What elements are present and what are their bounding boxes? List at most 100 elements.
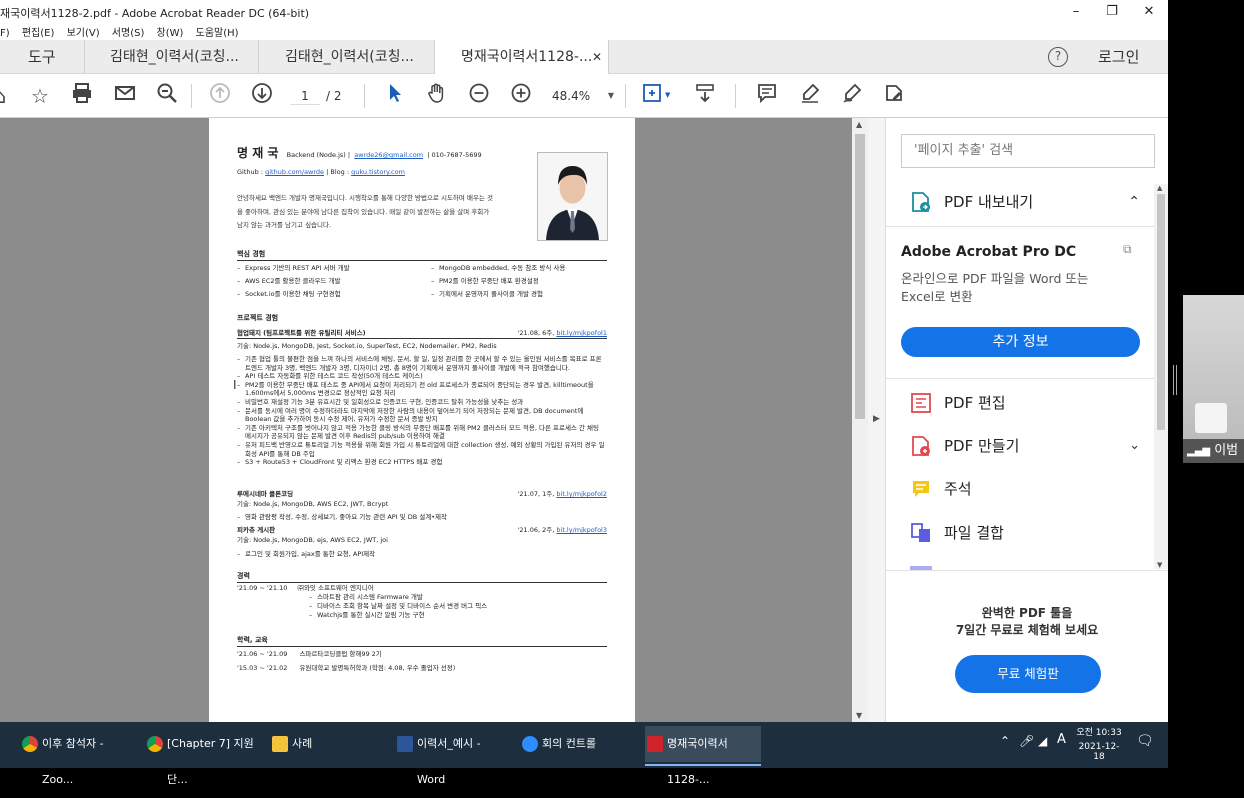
- tab-document-3[interactable]: 명재국이력서1128-... ✕: [435, 40, 609, 75]
- highlight-pen-icon[interactable]: [796, 82, 824, 110]
- next-page-icon[interactable]: [248, 82, 276, 110]
- project2-link[interactable]: bit.ly/mjkpofol2: [556, 490, 607, 498]
- career-list: 스마트팜 관리 시스템 Farmware 개발 디바이스 조회 항목 날짜 설정…: [309, 593, 607, 620]
- menu-edit[interactable]: 편집(E): [22, 28, 55, 39]
- menu-file[interactable]: F): [0, 28, 10, 39]
- github-link[interactable]: github.com/awrde: [265, 168, 324, 176]
- task-chapter-chrome[interactable]: [Chapter 7] 지원단...: [145, 726, 261, 786]
- tray-chevron-icon[interactable]: ⌃: [1000, 734, 1010, 748]
- project3-list: 로그인 및 회원가입, ajax를 통한 요청, API제작: [237, 550, 607, 559]
- clock[interactable]: 오전 10:33 2021-12-18: [1076, 725, 1122, 762]
- fit-page-icon[interactable]: [638, 82, 666, 110]
- menu-bar: F) 편집(E) 보기(V) 서명(S) 창(W) 도움말(H): [0, 24, 1168, 40]
- select-cursor-icon[interactable]: [381, 82, 409, 110]
- page-number-input[interactable]: 1: [290, 87, 320, 105]
- pane-scroll-up-icon[interactable]: ▲: [1157, 184, 1162, 192]
- tab-tools[interactable]: 도구: [0, 40, 85, 74]
- tab-document-2[interactable]: 김태현_이력서(코칭...: [259, 40, 435, 74]
- microphone-icon[interactable]: 🎤︎: [1019, 734, 1034, 748]
- resume-intro: 안녕하세요 백엔드 개발자 명재국입니다. 시행착오를 통해 다양한 방법으로 …: [237, 194, 493, 229]
- email-icon[interactable]: [111, 82, 139, 110]
- toolbar-separator: [364, 84, 365, 108]
- task-zoom-chrome[interactable]: 이후 참석자 - Zoo...: [20, 726, 136, 786]
- task-folder[interactable]: 사례: [270, 726, 386, 762]
- zoom-out-icon[interactable]: [465, 82, 493, 110]
- search-icon[interactable]: [153, 82, 181, 110]
- combine-files-icon: [911, 523, 930, 542]
- menu-view[interactable]: 보기(V): [67, 28, 100, 39]
- project1-link[interactable]: bit.ly/mjkpofol1: [556, 329, 607, 337]
- career-item: 디바이스 조회 항목 날짜 설정 및 디바이스 순서 변경 버그 픽스: [309, 602, 607, 611]
- tab-document-1[interactable]: 김태현_이력서(코칭...: [85, 40, 259, 74]
- copy-icon[interactable]: ⧉: [1123, 242, 1132, 257]
- menu-sign[interactable]: 서명(S): [112, 28, 145, 39]
- scroll-mode-icon[interactable]: [691, 82, 719, 110]
- login-button[interactable]: 로그인: [1098, 40, 1139, 74]
- combine-files-item[interactable]: 파일 결합: [910, 519, 1004, 547]
- video-resize-handle[interactable]: [1173, 365, 1177, 395]
- tools-pane-scroll-thumb[interactable]: [1157, 194, 1165, 430]
- project1-item: 기존 아키텍처 구조를 벗어나지 않고 적용 가능한 클링 방식의 무중단 배포…: [237, 424, 607, 441]
- tools-search-input[interactable]: '페이지 추출' 검색: [901, 134, 1155, 168]
- zoom-select[interactable]: 48.4% ▼: [552, 87, 614, 105]
- notification-icon[interactable]: 🗨︎: [1136, 733, 1154, 749]
- minimize-button[interactable]: –: [1061, 2, 1091, 22]
- scroll-up-icon[interactable]: ▲: [856, 120, 862, 129]
- hand-tool-icon[interactable]: [423, 82, 451, 110]
- blog-link[interactable]: guku.tistory.com: [351, 168, 405, 176]
- task-label: [Chapter 7] 지원단...: [167, 737, 254, 786]
- task-acrobat[interactable]: 명재국이력서1128-...: [645, 726, 761, 786]
- core-left-item: Socket.io를 이용한 채팅 구현경험: [237, 290, 415, 299]
- career-item: Watchjs를 통한 실시간 알림 기능 구현: [309, 611, 607, 620]
- panel-collapse-bar[interactable]: ▶: [868, 118, 886, 722]
- core-right-item: 기획에서 운영까지 풀사이클 개발 경험: [431, 290, 615, 299]
- close-window-button[interactable]: ✕: [1134, 2, 1164, 22]
- scroll-down-icon[interactable]: ▼: [856, 711, 862, 720]
- menu-help[interactable]: 도움말(H): [196, 28, 239, 39]
- tools-pane-scrollbar[interactable]: ▲ ▼: [1154, 184, 1168, 569]
- bookmark-star-icon[interactable]: ☆: [26, 82, 54, 110]
- close-tab-icon[interactable]: ✕: [592, 40, 602, 74]
- network-icon[interactable]: ◢: [1038, 734, 1047, 748]
- home-icon[interactable]: ⌂: [0, 82, 14, 110]
- draw-signature-icon[interactable]: [838, 82, 866, 110]
- chrome-icon: [22, 736, 38, 752]
- task-label: 명재국이력서1128-...: [667, 737, 728, 786]
- print-icon[interactable]: [68, 82, 96, 110]
- project1-item: 유저 피드백 반영으로 튜토리얼 기능 적용을 위해 회원 가입 시 튜토리얼에…: [237, 441, 607, 458]
- document-view[interactable]: 명 재 국 Backend (Node.js) | awrde26@gmail.…: [0, 118, 868, 722]
- core-right-list: MongoDB embedded, 수동 참조 방식 사용 PM2를 이용한 무…: [431, 264, 615, 299]
- project3-link[interactable]: bit.ly/mjkpofol3: [556, 526, 607, 534]
- task-word[interactable]: 이력서_예시 - Word: [395, 726, 511, 786]
- scrollbar-thumb[interactable]: [855, 134, 865, 419]
- chevron-up-icon[interactable]: ⌃: [1128, 188, 1140, 216]
- document-scrollbar[interactable]: ▲ ▼: [852, 118, 868, 722]
- ime-indicator[interactable]: A: [1057, 732, 1066, 747]
- maximize-button[interactable]: ❐: [1097, 2, 1127, 22]
- chevron-down-icon[interactable]: ⌄: [1129, 432, 1140, 460]
- toolbar-separator: [191, 84, 192, 108]
- edit-pdf-item[interactable]: PDF 편집: [910, 389, 1006, 417]
- fit-dropdown-icon[interactable]: ▼: [665, 91, 670, 99]
- blog-label: | Blog :: [326, 168, 350, 176]
- task-zoom-controls[interactable]: 회의 컨트롤: [520, 726, 636, 762]
- zoom-in-icon[interactable]: [507, 82, 535, 110]
- create-pdf-item[interactable]: PDF 만들기 ⌄: [910, 432, 1140, 460]
- product-description: 온라인으로 PDF 파일을 Word 또는 Excel로 변환: [901, 271, 1089, 304]
- pane-scroll-down-icon[interactable]: ▼: [1157, 561, 1162, 569]
- collapse-panel-icon[interactable]: ▶: [873, 414, 880, 424]
- education-row: '15.03 ~ '21.02 유원대학교 발명특허학과 (학점: 4.08, …: [237, 664, 607, 673]
- export-pdf-item[interactable]: PDF 내보내기 ⌃: [910, 188, 1140, 216]
- fill-and-sign-icon[interactable]: [880, 82, 908, 110]
- export-pdf-icon: [912, 192, 930, 212]
- help-icon[interactable]: ?: [1048, 47, 1068, 67]
- comment-item[interactable]: 주석: [910, 475, 972, 503]
- signal-icon: ▂▄▆: [1187, 446, 1211, 457]
- previous-page-icon[interactable]: [206, 82, 234, 110]
- more-info-button[interactable]: 추가 정보: [901, 327, 1140, 357]
- resume-email-link[interactable]: awrde26@gmail.com: [354, 151, 423, 159]
- project1-header: 협업돼지 (팀프로젝트를 위한 유틸리티 서비스) '21.08, 6주, bi…: [237, 329, 607, 339]
- comment-icon[interactable]: [753, 82, 781, 110]
- menu-window[interactable]: 창(W): [157, 28, 184, 39]
- free-trial-button[interactable]: 무료 체험판: [955, 655, 1101, 693]
